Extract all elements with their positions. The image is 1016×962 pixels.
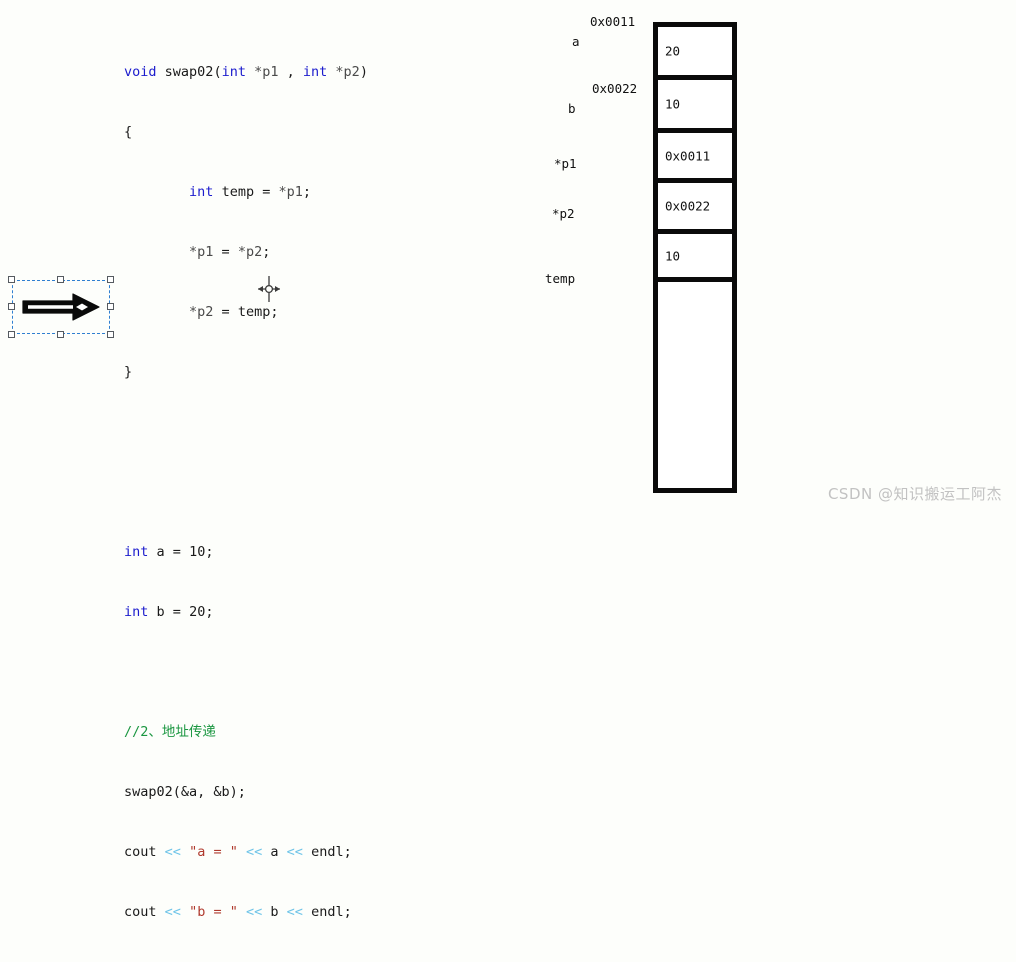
var-temp-assign: temp (237, 304, 271, 320)
memory-label-a: a (572, 34, 580, 49)
code-line-11-blank (124, 662, 368, 682)
var-a-decl: a (156, 544, 165, 560)
code-line-5: *p2 = temp; (189, 304, 279, 320)
memory-value-temp: 10 (665, 248, 681, 263)
keyword-int-1: int (221, 64, 246, 80)
memory-address-b: 0x0022 (592, 81, 638, 96)
memory-cell-b: 10 (658, 80, 732, 133)
code-line-10: int b = 20; (124, 604, 214, 620)
memory-cell-empty (658, 282, 732, 483)
resize-handle-e[interactable] (107, 303, 114, 310)
right-block-arrow-icon[interactable] (21, 293, 101, 321)
resize-handle-nw[interactable] (8, 276, 15, 283)
resize-handle-sw[interactable] (8, 331, 15, 338)
deref-p2-2: *p2 (189, 304, 214, 320)
code-line-15: cout << "b = " << b << endl; (124, 904, 352, 920)
deref-p1-1: *p1 (278, 184, 303, 200)
code-line-9: int a = 10; (124, 544, 214, 560)
shift-op-6: << (286, 904, 303, 920)
shift-op-1: << (164, 844, 181, 860)
shift-op-5: << (245, 904, 263, 920)
code-line-13: swap02(&a, &b); (124, 782, 368, 802)
memory-cell-p2: 0x0022 (658, 183, 732, 234)
memory-label-p1: *p1 (554, 156, 577, 171)
param-p1: *p1 (254, 64, 279, 80)
deref-p2-1: *p2 (237, 244, 263, 260)
cout-1: cout (124, 844, 157, 860)
selected-shape-group[interactable] (8, 276, 114, 338)
brace-close: } (124, 364, 133, 380)
var-b-out: b (270, 904, 279, 920)
shift-op-2: << (245, 844, 263, 860)
memory-value-p2: 0x0022 (665, 198, 711, 214)
code-line-8-blank (124, 482, 368, 502)
value-20: 20 (189, 604, 206, 620)
memory-cell-a: 20 (658, 27, 732, 80)
code-line-4: *p1 = *p2; (189, 244, 271, 260)
code-line-14: cout << "a = " << a << endl; (124, 844, 352, 860)
memory-label-p2: *p2 (552, 206, 575, 221)
code-line-3: int temp = *p1; (189, 184, 311, 200)
var-b-decl: b (156, 604, 165, 620)
memory-value-p1: 0x0011 (665, 148, 711, 163)
function-name-swap02: swap02 (164, 64, 214, 80)
memory-cell-temp: 10 (658, 234, 732, 282)
memory-value-a: 20 (665, 43, 681, 59)
resize-handle-s[interactable] (57, 331, 64, 338)
resize-handle-ne[interactable] (107, 276, 114, 283)
var-temp-decl: temp (221, 184, 255, 200)
call-swap02: swap02(&a, &b); (124, 784, 246, 800)
memory-column: 20 10 0x0011 0x0022 10 (653, 22, 737, 493)
memory-label-b: b (568, 101, 576, 116)
deref-p1-2: *p1 (189, 244, 214, 260)
comment-address-passing: //2、地址传递 (124, 724, 216, 740)
code-block: void swap02(int *p1 , int *p2) { int tem… (124, 22, 368, 962)
endl-1: endl (311, 844, 344, 860)
brace-open: { (124, 124, 133, 140)
keyword-int-5: int (124, 604, 149, 620)
resize-handle-n[interactable] (57, 276, 64, 283)
resize-handle-w[interactable] (8, 303, 15, 310)
var-a-out: a (270, 844, 279, 860)
endl-2: endl (311, 904, 344, 920)
memory-label-temp: temp (545, 271, 576, 286)
string-b: "b = " (189, 904, 238, 920)
keyword-int-4: int (124, 544, 149, 560)
memory-cell-p1: 0x0011 (658, 133, 732, 183)
code-line-2: { (124, 122, 368, 142)
cout-2: cout (124, 904, 157, 920)
keyword-int-2: int (302, 64, 328, 80)
code-line-6: } (124, 362, 368, 382)
csdn-watermark: CSDN @知识搬运工阿杰 (827, 485, 1002, 503)
slide-canvas: void swap02(int *p1 , int *p2) { int tem… (0, 0, 1016, 920)
memory-address-a: 0x0011 (590, 14, 636, 29)
resize-handle-se[interactable] (107, 331, 114, 338)
code-line-12: //2、地址传递 (124, 722, 368, 742)
keyword-void: void (124, 64, 157, 80)
memory-value-b: 10 (665, 96, 681, 112)
code-line-7-blank (124, 422, 368, 442)
param-p2: *p2 (335, 64, 360, 80)
value-10: 10 (189, 544, 206, 560)
code-line-1: void swap02(int *p1 , int *p2) (124, 64, 368, 80)
shift-op-3: << (286, 844, 303, 860)
string-a: "a = " (189, 844, 238, 860)
shift-op-4: << (164, 904, 181, 920)
keyword-int-3: int (189, 184, 214, 200)
